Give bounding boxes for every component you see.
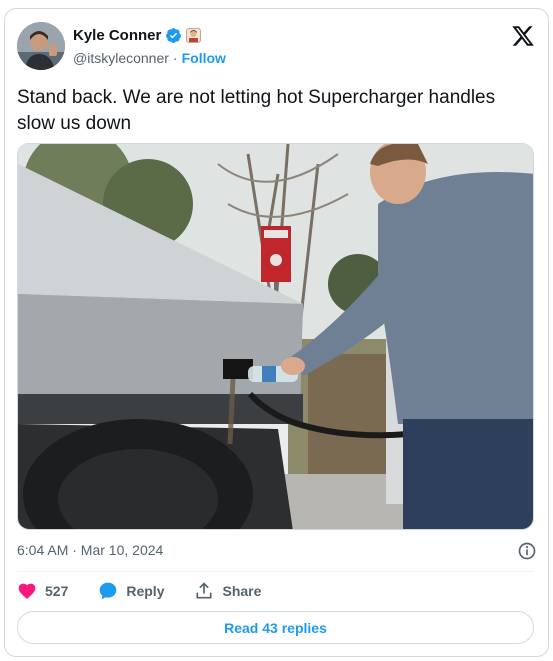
action-bar: 527 Reply Share <box>17 579 291 603</box>
author-handle[interactable]: @itskyleconner <box>73 50 169 66</box>
like-button[interactable]: 527 <box>17 581 68 601</box>
share-button[interactable]: Share <box>194 581 261 601</box>
author-name[interactable]: Kyle Conner <box>73 27 161 44</box>
avatar[interactable] <box>17 22 65 70</box>
share-label: Share <box>222 583 262 599</box>
tweet-photo[interactable] <box>17 143 534 530</box>
handle-separator: · <box>172 50 178 66</box>
info-icon[interactable] <box>517 541 537 561</box>
share-icon <box>196 582 212 599</box>
timestamp-row: 6:04 AM · Mar 10, 2024 <box>17 541 537 561</box>
like-count: 527 <box>45 583 69 599</box>
follow-button[interactable]: Follow <box>182 50 226 66</box>
divider <box>17 571 534 572</box>
heart-icon <box>18 583 36 599</box>
tweet-header: Kyle Conner @itskyleconner · Follow <box>17 22 537 72</box>
x-logo-icon[interactable] <box>511 24 535 48</box>
reply-label: Reply <box>126 583 165 599</box>
reply-button[interactable]: Reply <box>98 581 164 601</box>
read-replies-button[interactable]: Read 43 replies <box>17 611 534 644</box>
verified-badge-icon <box>166 28 182 43</box>
tweet-card: Kyle Conner @itskyleconner · Follow Stan… <box>4 8 549 657</box>
reply-bubble-icon <box>100 582 117 600</box>
tweet-timestamp[interactable]: 6:04 AM · Mar 10, 2024 <box>17 542 163 558</box>
tweet-text: Stand back. We are not letting hot Super… <box>17 87 496 134</box>
affiliate-badge-icon <box>186 28 202 43</box>
